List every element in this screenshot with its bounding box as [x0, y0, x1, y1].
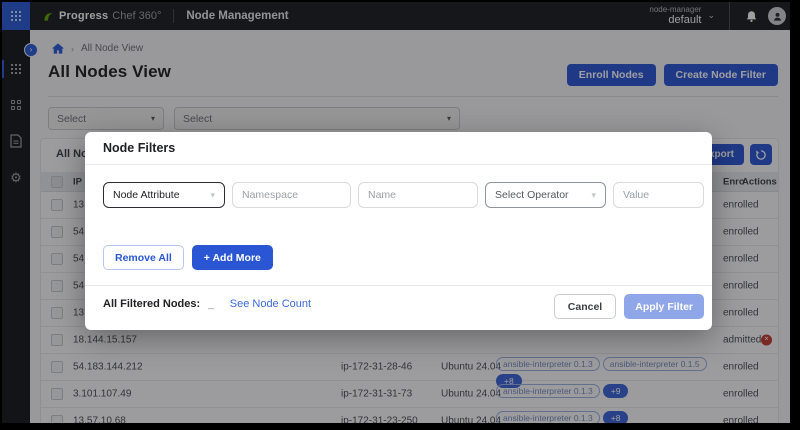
operator-select[interactable]: Select Operator ▾	[485, 182, 606, 208]
node-attribute-value: Node Attribute	[113, 189, 180, 201]
screen: Progress Chef 360° Node Management node-…	[2, 2, 790, 423]
cancel-button[interactable]: Cancel	[554, 294, 616, 319]
modal-title: Node Filters	[103, 141, 175, 155]
window-frame: Progress Chef 360° Node Management node-…	[0, 0, 800, 430]
see-node-count-link[interactable]: See Node Count	[230, 298, 311, 310]
modal-footer-actions: Cancel Apply Filter	[554, 294, 704, 319]
modal-divider	[85, 164, 712, 165]
apply-filter-button[interactable]: Apply Filter	[624, 294, 704, 319]
name-input[interactable]	[358, 182, 478, 208]
filtered-nodes-label: All Filtered Nodes:	[103, 298, 200, 310]
modal-filter-buttons: Remove All + Add More	[103, 245, 273, 270]
add-more-button[interactable]: + Add More	[192, 245, 273, 270]
namespace-input[interactable]	[232, 182, 351, 208]
filter-fields-row: Node Attribute ▾ Select Operator ▾	[103, 182, 704, 208]
node-count-placeholder: _	[208, 299, 214, 310]
value-input[interactable]	[613, 182, 704, 208]
modal-footer-left: All Filtered Nodes: _ See Node Count	[103, 298, 311, 310]
chevron-down-icon: ▾	[591, 190, 596, 201]
node-attribute-select[interactable]: Node Attribute ▾	[103, 182, 225, 208]
modal-divider	[85, 285, 712, 286]
chevron-down-icon: ▾	[210, 190, 215, 201]
node-filters-modal: Node Filters Node Attribute ▾ Select Ope…	[85, 132, 712, 330]
operator-value: Select Operator	[495, 189, 569, 201]
remove-all-button[interactable]: Remove All	[103, 245, 184, 270]
